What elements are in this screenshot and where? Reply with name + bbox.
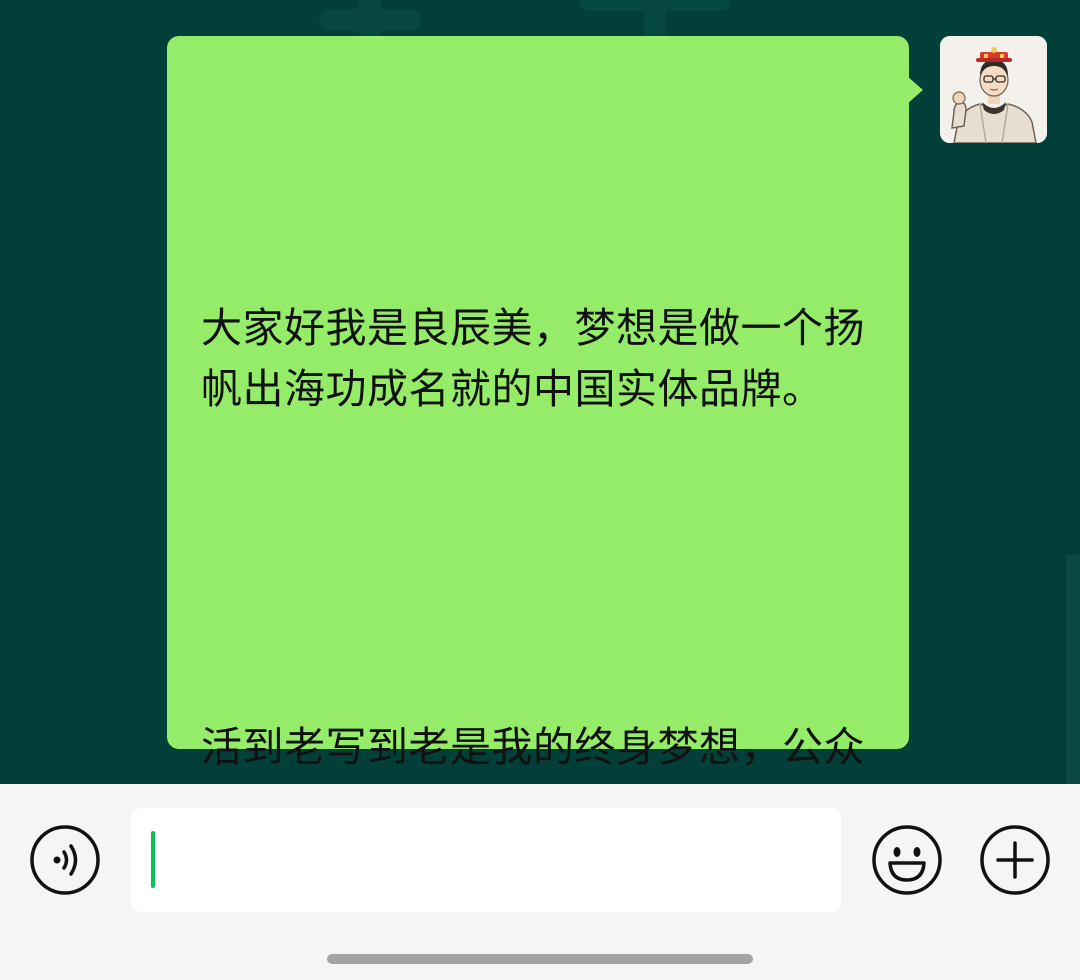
voice-icon	[30, 825, 100, 895]
chat-area: 大家好我是良辰美，梦想是做一个扬帆出海功成名就的中国实体品牌。 活到老写到老是我…	[0, 0, 1080, 784]
message-paragraph-1: 大家好我是良辰美，梦想是做一个扬帆出海功成名就的中国实体品牌。	[201, 304, 865, 413]
more-button[interactable]	[979, 824, 1051, 896]
plus-icon	[980, 825, 1050, 895]
user-avatar[interactable]	[940, 36, 1047, 143]
voice-button[interactable]	[29, 824, 101, 896]
text-caret	[151, 831, 155, 888]
message-input[interactable]	[131, 808, 841, 912]
message-paragraph-2: 活到老写到老是我的终身梦想，公众号日更是我的人生原则，真诚利他是我的为人准则。	[201, 723, 865, 771]
emoji-icon	[872, 825, 942, 895]
emoji-button[interactable]	[871, 824, 943, 896]
bubble-tail	[907, 76, 923, 104]
message-bubble[interactable]: 大家好我是良辰美，梦想是做一个扬帆出海功成名就的中国实体品牌。 活到老写到老是我…	[167, 36, 909, 771]
avatar-icon	[940, 36, 1047, 143]
scroll-shade	[1066, 555, 1080, 784]
home-indicator[interactable]	[327, 954, 753, 964]
